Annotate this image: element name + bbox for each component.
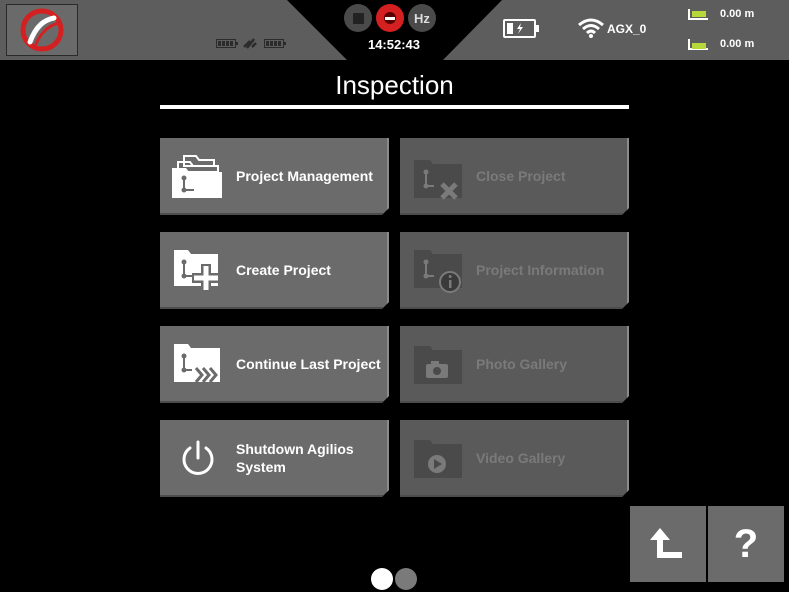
shutdown-label-line1: Shutdown Agilios	[236, 440, 354, 457]
photo-folder-icon	[410, 340, 466, 388]
continue-folder-icon	[170, 340, 226, 388]
create-project-label: Create Project	[236, 261, 331, 278]
power-icon	[178, 438, 218, 478]
tertiary-battery-icon	[264, 38, 286, 48]
hz-label: Hz	[414, 10, 430, 26]
close-project-button[interactable]: Close Project	[400, 138, 629, 215]
shutdown-label: Shutdown Agilios System	[236, 440, 360, 476]
secondary-battery-icon	[216, 38, 238, 48]
continue-last-project-label: Continue Last Project	[236, 355, 381, 372]
page-title: Inspection	[335, 70, 454, 100]
project-management-label: Project Management	[236, 167, 373, 184]
title-divider	[160, 105, 629, 109]
app-logo-button[interactable]	[6, 4, 78, 56]
stop-button[interactable]	[344, 4, 372, 32]
status-bar: Hz 14:52:43 AGX_0 0.00 m 0.00 m	[0, 0, 789, 60]
help-icon: ?	[733, 521, 759, 566]
continue-last-project-button[interactable]: Continue Last Project	[160, 326, 389, 403]
recording-controls: Hz	[344, 4, 436, 32]
shutdown-label-line2: System	[236, 458, 286, 475]
satellite-icon	[243, 38, 257, 49]
project-information-label: Project Information	[476, 261, 605, 278]
hz-button[interactable]: Hz	[408, 4, 436, 32]
level-gauge-icon	[688, 38, 708, 50]
video-gallery-label: Video Gallery	[476, 449, 566, 466]
project-information-button[interactable]: Project Information	[400, 232, 629, 309]
shutdown-button[interactable]: Shutdown Agilios System	[160, 420, 389, 497]
wifi-icon	[578, 18, 604, 38]
camera-record-button[interactable]	[376, 4, 404, 32]
level-gauge-icon	[688, 8, 708, 20]
clock: 14:52:43	[367, 37, 421, 52]
camera-icon	[384, 12, 396, 24]
create-project-button[interactable]: Create Project	[160, 232, 389, 309]
video-gallery-button[interactable]: Video Gallery	[400, 420, 629, 497]
network-name: AGX_0	[607, 22, 647, 36]
battery-icon	[503, 19, 539, 38]
video-folder-icon	[410, 434, 466, 482]
close-project-label: Close Project	[476, 167, 566, 184]
back-button[interactable]	[630, 506, 706, 582]
project-management-button[interactable]: Project Management	[160, 138, 389, 215]
close-folder-icon	[410, 152, 466, 200]
photo-gallery-button[interactable]: Photo Gallery	[400, 326, 629, 403]
measurement-1-value: 0.00 m	[720, 8, 755, 20]
measurement-1: 0.00 m	[688, 8, 754, 20]
charging-bolt-icon	[507, 23, 523, 34]
create-folder-icon	[170, 246, 226, 294]
page-dot-inactive[interactable]	[395, 568, 417, 590]
return-arrow-icon	[650, 528, 682, 558]
measurement-2-value: 0.00 m	[720, 38, 755, 50]
secondary-status	[216, 37, 286, 49]
photo-gallery-label: Photo Gallery	[476, 355, 568, 372]
logo-icon	[20, 8, 64, 52]
page-dot-active[interactable]	[371, 568, 393, 590]
stop-icon	[352, 12, 364, 24]
page-indicator	[371, 568, 417, 590]
folders-icon	[170, 152, 226, 200]
measurement-2: 0.00 m	[688, 38, 754, 50]
info-folder-icon	[410, 246, 466, 294]
help-button[interactable]: ?	[708, 506, 784, 582]
